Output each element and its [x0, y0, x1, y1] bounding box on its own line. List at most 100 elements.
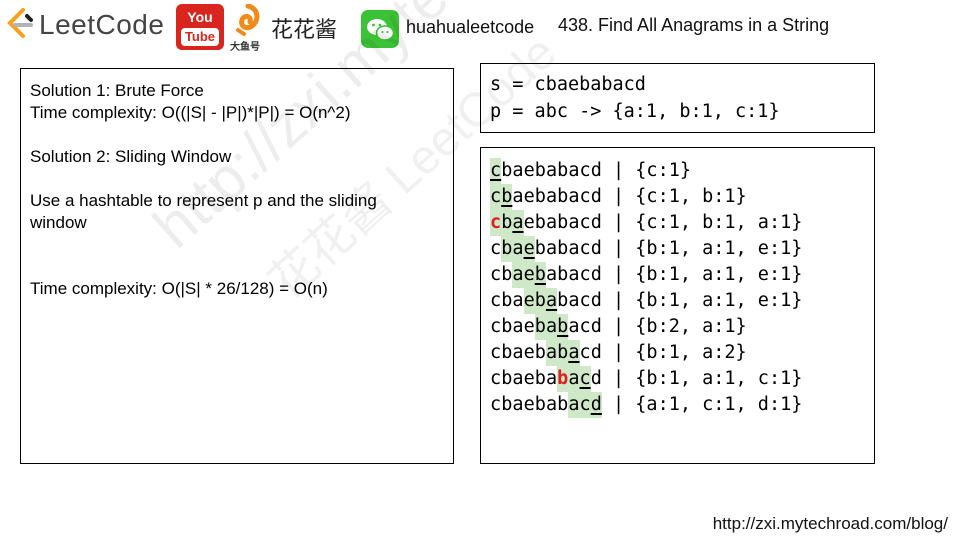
trace-char: a — [545, 212, 558, 233]
trace-char: d — [590, 186, 602, 207]
trace-char: a — [568, 366, 580, 392]
trace-char: a — [568, 160, 580, 181]
trace-char: a — [512, 342, 524, 363]
trace-char: a — [512, 186, 524, 207]
trace-char: d — [590, 238, 602, 259]
trace-hashmap: | {b:2, a:1} — [601, 316, 747, 337]
trace-char: c — [490, 316, 502, 337]
trace-char: e — [523, 236, 535, 262]
trace-char: c — [579, 316, 591, 337]
trace-char: a — [512, 316, 524, 337]
dayu-logo-icon: 大鱼号 — [230, 3, 266, 53]
trace-char: e — [523, 394, 535, 415]
leetcode-wordmark: LeetCode — [39, 9, 165, 40]
example-input-box: s = cbaebabacd p = abc -> {a:1, b:1, c:1… — [480, 63, 875, 133]
trace-char: b — [534, 314, 546, 340]
trace-char: c — [579, 342, 591, 363]
trace-hashmap: | {b:1, a:1, e:1} — [601, 290, 803, 311]
author-chinese-name: 花花酱 — [271, 17, 338, 42]
trace-char: b — [501, 210, 513, 236]
trace-row: cbaebabacd | {c:1, b:1} — [490, 184, 747, 210]
trace-hashmap: | {b:1, a:1, c:1} — [601, 368, 803, 389]
s-definition: s = cbaebabacd — [490, 74, 646, 95]
trace-char: d — [590, 160, 602, 181]
trace-char: a — [512, 160, 524, 181]
trace-char: b — [557, 160, 569, 181]
trace-char: b — [501, 316, 513, 337]
trace-char: b — [534, 238, 546, 259]
trace-char: c — [490, 158, 502, 184]
trace-char: c — [490, 264, 502, 285]
trace-hashmap: | {b:1, a:1, e:1} — [601, 264, 803, 285]
youtube-icon: You Tube — [176, 4, 224, 50]
trace-row: cbaebabacd | {b:1, a:1, e:1} — [490, 236, 802, 262]
trace-char: c — [579, 238, 591, 259]
trace-char: b — [501, 184, 513, 210]
trace-char: a — [568, 290, 580, 311]
fish-icon — [236, 3, 260, 36]
wechat-icon — [361, 10, 399, 48]
leetcode-icon — [7, 8, 33, 38]
trace-char: b — [557, 212, 569, 233]
sliding-window-complexity: Time complexity: O(|S| * 26/128) = O(n) — [30, 279, 328, 298]
trace-char: a — [568, 186, 580, 207]
hashtable-note-line2: window — [30, 213, 87, 232]
wechat-handle: huahualeetcode — [406, 17, 535, 37]
trace-char: b — [534, 212, 546, 233]
trace-char: c — [490, 290, 502, 311]
trace-char: c — [490, 368, 502, 389]
trace-char: b — [534, 262, 546, 288]
header-bar: LeetCode You Tube 大鱼号 花花酱 huahualeetcode… — [0, 0, 960, 56]
solution-notes-box: Solution 1: Brute Force Time complexity:… — [20, 68, 454, 464]
trace-char: c — [579, 186, 591, 207]
trace-hashmap: | {b:1, a:2} — [601, 342, 747, 363]
trace-char: e — [523, 342, 535, 363]
trace-char: a — [545, 186, 558, 207]
dayu-logo-text: 大鱼号 — [230, 42, 260, 53]
trace-char: a — [568, 264, 580, 285]
trace-char: c — [490, 238, 502, 259]
youtube-logo-bottom: Tube — [180, 28, 220, 46]
p-definition: p = abc -> {a:1, b:1, c:1} — [490, 101, 780, 122]
trace-char: a — [545, 394, 558, 415]
trace-char: b — [557, 238, 569, 259]
trace-char: e — [523, 160, 535, 181]
trace-char: c — [490, 184, 502, 210]
trace-char: d — [590, 342, 602, 363]
trace-char: d — [590, 264, 602, 285]
trace-char: b — [501, 394, 513, 415]
trace-char: a — [545, 340, 558, 366]
trace-char: a — [545, 368, 558, 389]
trace-char: a — [545, 314, 558, 340]
trace-hashmap: | {c:1, b:1} — [601, 186, 747, 207]
trace-char: a — [512, 262, 524, 288]
trace-char: b — [501, 368, 513, 389]
trace-char: c — [490, 210, 502, 236]
solution-2-heading: Solution 2: Sliding Window — [30, 147, 232, 166]
trace-row: cbaebabacd | {b:1, a:1, e:1} — [490, 288, 802, 314]
trace-char: a — [545, 264, 558, 285]
trace-char: d — [590, 316, 602, 337]
brute-force-complexity: Time complexity: O((|S| - |P|)*|P|) = O(… — [30, 103, 351, 122]
trace-char: e — [523, 368, 535, 389]
trace-char: b — [501, 160, 513, 181]
trace-char: a — [568, 392, 580, 418]
trace-char: e — [523, 288, 535, 314]
trace-char: b — [501, 290, 513, 311]
page-title: 438. Find All Anagrams in a String — [558, 15, 830, 35]
leetcode-logo: LeetCode — [5, 8, 164, 42]
trace-char: a — [512, 236, 524, 262]
trace-char: b — [534, 186, 546, 207]
trace-char: b — [501, 342, 513, 363]
trace-char: c — [579, 290, 591, 311]
trace-row: cbaebabacd | {b:1, a:1, e:1} — [490, 262, 802, 288]
trace-char: a — [545, 238, 558, 259]
trace-char: a — [545, 160, 558, 181]
trace-char: a — [568, 340, 580, 366]
trace-char: c — [579, 264, 591, 285]
trace-char: b — [534, 342, 546, 363]
trace-char: d — [590, 212, 602, 233]
trace-char: b — [557, 340, 569, 366]
trace-hashmap: | {c:1, b:1, a:1} — [601, 212, 803, 233]
trace-char: b — [501, 236, 513, 262]
